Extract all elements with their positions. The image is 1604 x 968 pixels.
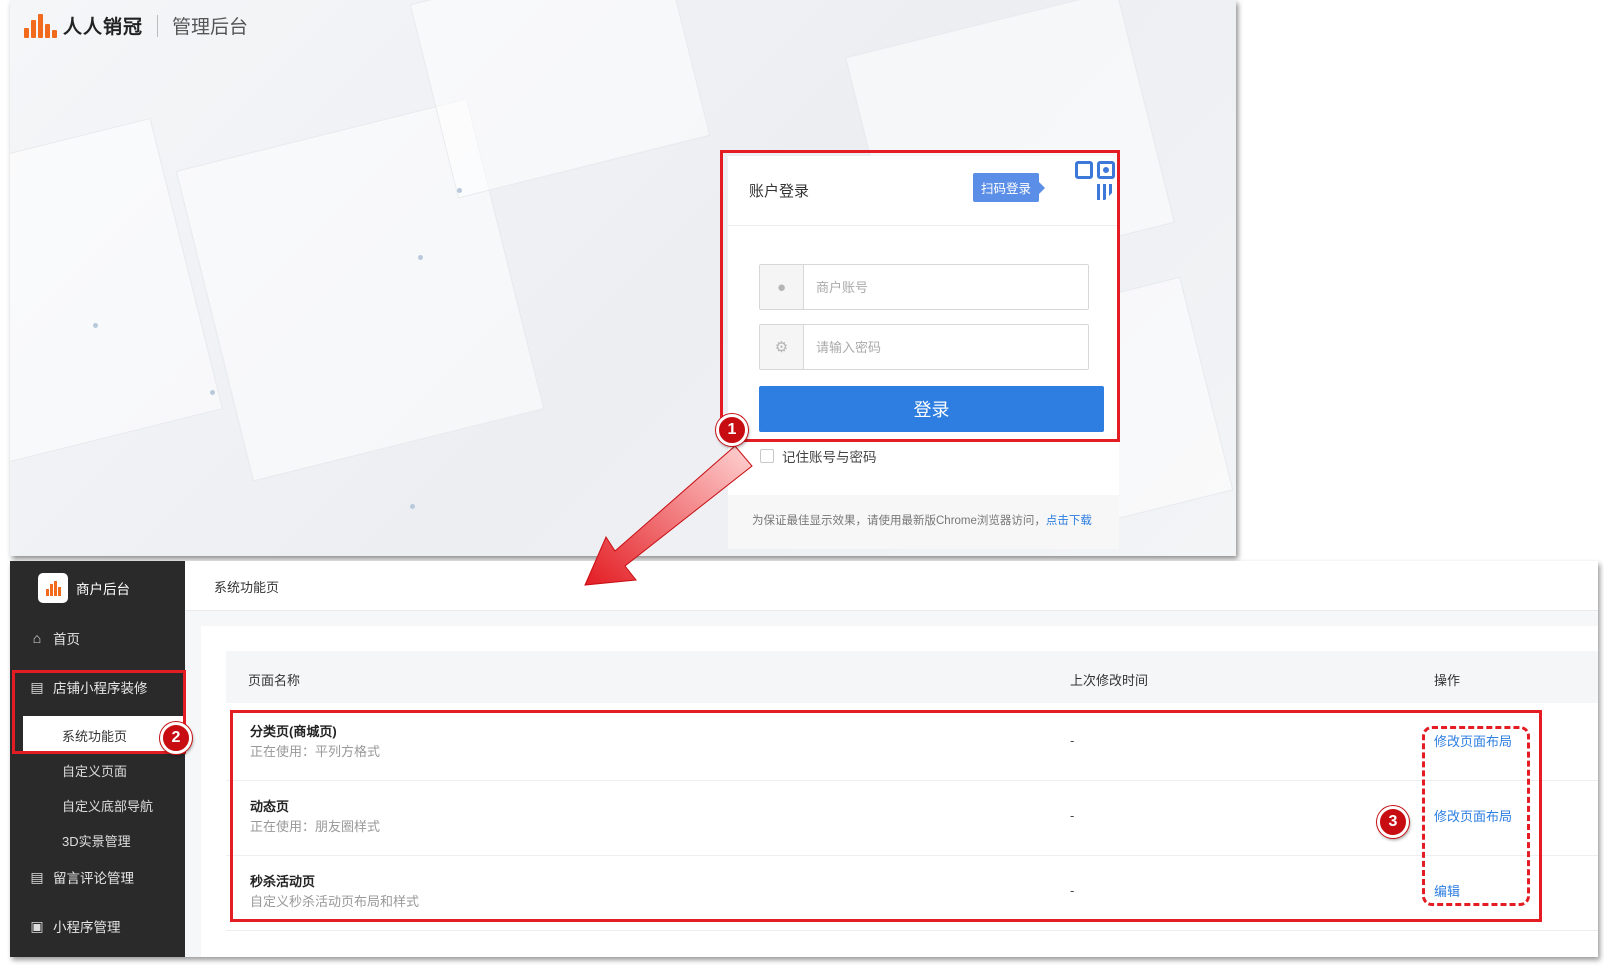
content-panel: 页面名称 上次修改时间 操作 分类页(商城页) 正在使用：平列方格式 - 修改页… [201, 626, 1598, 957]
logo-icon [38, 573, 68, 603]
footer-text: 为保证最佳显示效果，请使用最新版Chrome浏览器访问， [752, 515, 1046, 527]
modified-time: - [1070, 808, 1075, 823]
qr-code-icon[interactable] [1063, 156, 1119, 212]
login-screenshot: 人人销冠 管理后台 账户登录 扫码登录 ● ⚙ 登录 记住账号与密码 [10, 0, 1236, 556]
column-header-ops: 操作 [1434, 673, 1461, 688]
modified-time: - [1070, 733, 1075, 748]
background-decoration [409, 0, 711, 199]
page-desc: 正在使用：平列方格式 [250, 744, 381, 759]
sidebar-item-shop-decor[interactable]: ▤ 店铺小程序装修 [10, 676, 185, 698]
sidebar-subitem-custom-page[interactable]: 自定义页面 [62, 761, 127, 780]
comment-icon: ▤ [30, 868, 44, 885]
modified-time: - [1070, 883, 1075, 898]
background-dot [210, 390, 215, 395]
sidebar-title: 商户后台 [76, 582, 130, 597]
background-dot [93, 323, 98, 328]
login-button[interactable]: 登录 [759, 386, 1104, 432]
column-header-name: 页面名称 [248, 673, 301, 688]
qr-login-tip[interactable]: 扫码登录 [973, 173, 1046, 202]
sidebar: 商户后台 ⌂ 首页 ▤ 店铺小程序装修 系统功能页 自定义页面 自定义底部导航 … [10, 561, 185, 957]
key-icon: ⚙ [760, 325, 804, 369]
brush-icon: ▤ [30, 678, 44, 695]
page-desc: 正在使用：朋友圈样式 [250, 819, 381, 834]
page-desc: 自定义秒杀活动页布局和样式 [250, 894, 420, 909]
sidebar-subitem-bottom-nav[interactable]: 自定义底部导航 [62, 796, 153, 815]
edit-link[interactable]: 编辑 [1434, 881, 1460, 900]
sidebar-item-miniapp[interactable]: ▣ 小程序管理 [10, 915, 185, 937]
sidebar-item-label: 店铺小程序装修 [53, 681, 148, 696]
download-link[interactable]: 点击下载 [1046, 515, 1092, 527]
sidebar-item-home[interactable]: ⌂ 首页 [10, 627, 185, 649]
home-icon: ⌂ [32, 630, 42, 646]
page-title: 系统功能页 [214, 580, 280, 595]
login-footer: 为保证最佳显示效果，请使用最新版Chrome浏览器访问，点击下载 [728, 495, 1119, 549]
login-title: 账户登录 [749, 183, 810, 200]
password-field[interactable]: ⚙ [759, 324, 1089, 370]
edit-layout-link[interactable]: 修改页面布局 [1434, 731, 1512, 750]
table-header: 页面名称 上次修改时间 操作 [226, 651, 1598, 703]
account-field[interactable]: ● [759, 264, 1089, 310]
sidebar-item-label: 首页 [53, 632, 80, 647]
background-dot [457, 188, 462, 193]
sidebar-item-label: 留言评论管理 [53, 871, 134, 886]
annotation-badge-2: 2 [160, 722, 192, 754]
sidebar-item-comments[interactable]: ▤ 留言评论管理 [10, 866, 185, 888]
column-header-time: 上次修改时间 [1070, 673, 1149, 688]
logo-icon [24, 13, 57, 38]
background-dot [410, 504, 415, 509]
user-icon: ● [760, 265, 804, 309]
remember-checkbox[interactable] [760, 449, 774, 463]
miniapp-icon: ▣ [30, 917, 44, 934]
divider [157, 14, 159, 37]
sidebar-subitem-3d[interactable]: 3D实景管理 [62, 831, 131, 850]
remember-label: 记住账号与密码 [782, 450, 877, 465]
password-input[interactable] [804, 325, 1088, 369]
page-header: 系统功能页 [185, 561, 1598, 611]
edit-layout-link[interactable]: 修改页面布局 [1434, 806, 1512, 825]
brand-name: 人人销冠 [63, 17, 144, 38]
brand-subtitle: 管理后台 [172, 17, 249, 38]
table-row: 秒杀活动页 自定义秒杀活动页布局和样式 - 编辑 [226, 856, 1598, 931]
account-input[interactable] [804, 265, 1088, 309]
background-dot [418, 255, 423, 260]
annotation-badge-1: 1 [716, 414, 748, 446]
page-name: 秒杀活动页 [250, 874, 316, 889]
annotation-badge-3: 3 [1377, 806, 1409, 838]
page-name: 分类页(商城页) [250, 724, 337, 739]
page-name: 动态页 [250, 799, 290, 814]
remember-checkbox-row[interactable]: 记住账号与密码 [760, 446, 877, 466]
sidebar-brand: 商户后台 [10, 561, 185, 615]
sidebar-item-label: 小程序管理 [53, 920, 121, 935]
sidebar-subitem-system[interactable]: 系统功能页 [62, 726, 127, 745]
admin-screenshot: 商户后台 ⌂ 首页 ▤ 店铺小程序装修 系统功能页 自定义页面 自定义底部导航 … [10, 561, 1598, 957]
login-panel: 账户登录 扫码登录 ● ⚙ 登录 记住账号与密码 为保证最佳显示效果，请使用最新… [728, 156, 1119, 549]
main-content: 系统功能页 页面名称 上次修改时间 操作 分类页(商城页) 正在使用：平列方格式… [185, 561, 1598, 957]
table-row: 分类页(商城页) 正在使用：平列方格式 - 修改页面布局 [226, 706, 1598, 781]
login-panel-header: 账户登录 扫码登录 [728, 156, 1119, 226]
brand-header: 人人销冠 管理后台 [24, 12, 248, 39]
